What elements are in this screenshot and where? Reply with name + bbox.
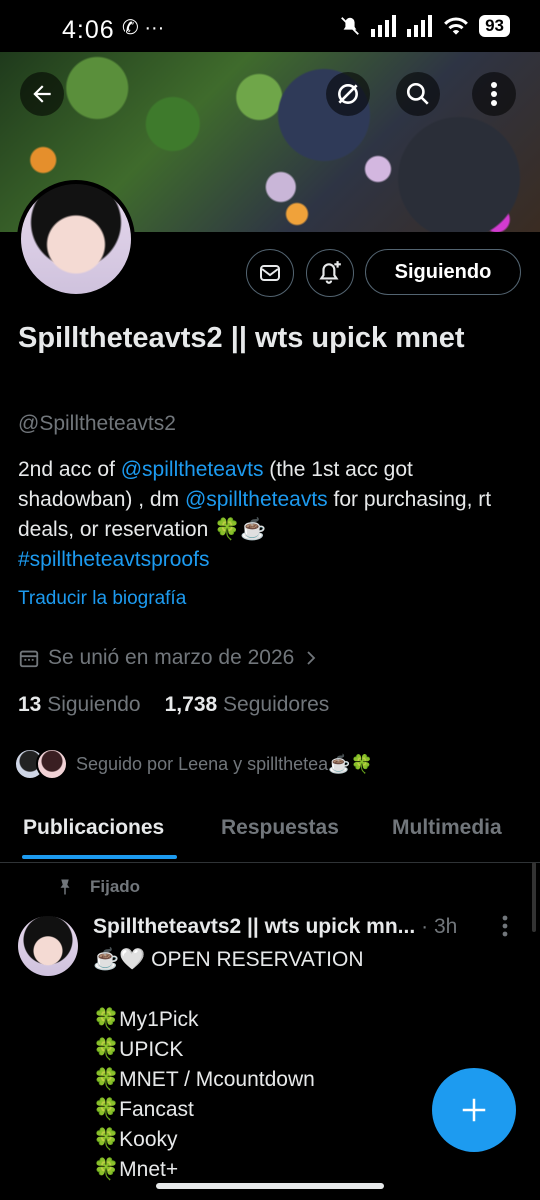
status-right: 93	[339, 15, 510, 37]
bio-mention-link[interactable]: @spilltheteavts	[185, 488, 328, 511]
following-count-link[interactable]: 13 Siguiendo	[18, 693, 141, 717]
envelope-icon	[260, 265, 280, 281]
signal-icon-2	[407, 15, 433, 37]
tab-respuestas[interactable]: Respuestas	[221, 816, 339, 840]
follow-counts: 13 Siguiendo 1,738 Seguidores	[18, 693, 329, 717]
post-author-name[interactable]: Spilltheteavts2 || wts upick mn...	[93, 915, 415, 939]
back-button[interactable]	[20, 72, 64, 116]
wifi-icon	[444, 17, 468, 35]
profile-tabs: Publicaciones Respuestas Multimedia	[0, 800, 540, 863]
profile-handle: @Spilltheteavts2	[18, 412, 176, 435]
active-tab-indicator	[22, 855, 177, 859]
tab-multimedia[interactable]: Multimedia	[392, 816, 502, 840]
grok-button[interactable]	[326, 72, 370, 116]
follower-avatar	[36, 748, 68, 780]
joined-date: Se unió en marzo de 2026	[18, 646, 320, 670]
post-more-icon[interactable]	[501, 915, 509, 937]
mute-icon	[341, 17, 359, 35]
scrollbar[interactable]	[532, 862, 536, 932]
status-bar: 4:06 ✆ ··· 93	[0, 0, 540, 52]
profile-avatar[interactable]	[17, 180, 135, 298]
pinned-text: Fijado	[90, 877, 141, 896]
joined-text: Se unió en marzo de 2026	[48, 646, 295, 669]
chevron-right-icon[interactable]	[302, 649, 320, 667]
followers-count: 1,738	[164, 693, 218, 716]
search-icon	[406, 82, 429, 105]
notify-button[interactable]	[306, 249, 354, 297]
followers-label: Seguidores	[223, 693, 330, 716]
profile-name: Spilltheteavts2 || wts upick mnet	[18, 322, 465, 354]
post-header: Spilltheteavts2 || wts upick mn... · 3h	[93, 915, 513, 939]
following-count: 13	[18, 693, 42, 716]
followed-by-avatars	[14, 748, 68, 780]
post-author-avatar[interactable]	[18, 916, 78, 976]
followers-count-link[interactable]: 1,738 Seguidores	[165, 693, 330, 717]
back-arrow-icon	[33, 85, 51, 103]
tab-publicaciones[interactable]: Publicaciones	[23, 816, 164, 840]
calendar-icon	[19, 650, 39, 668]
bio-text: 2nd acc of	[18, 458, 121, 481]
pin-icon	[60, 879, 70, 895]
vertical-dots-icon	[491, 82, 497, 106]
post-time: · 3h	[421, 915, 458, 938]
translate-bio-link[interactable]: Traducir la biografía	[18, 588, 186, 610]
more-options-button[interactable]	[472, 72, 516, 116]
compose-post-button[interactable]	[432, 1068, 516, 1152]
following-label: Siguiendo	[47, 693, 141, 716]
profile-bio: 2nd acc of @spilltheteavts (the 1st acc …	[18, 455, 523, 575]
followed-by-text: Seguido por Leena y spillthetea☕🍀	[76, 753, 374, 774]
pinned-label: Fijado	[56, 877, 140, 897]
signal-icon-1	[371, 15, 397, 37]
following-button[interactable]: Siguiendo	[365, 249, 521, 295]
bell-plus-icon	[319, 261, 341, 284]
whatsapp-notification-icon: ✆ ···	[122, 17, 165, 39]
battery-indicator: 93	[479, 15, 510, 37]
message-button[interactable]	[246, 249, 294, 297]
gesture-nav-bar[interactable]	[156, 1183, 384, 1189]
post-text: ☕🤍 OPEN RESERVATION 🍀My1Pick 🍀UPICK 🍀MNE…	[93, 948, 364, 1181]
status-time: 4:06	[62, 16, 115, 44]
search-button[interactable]	[396, 72, 440, 116]
grok-icon	[338, 84, 358, 104]
followed-by[interactable]: Seguido por Leena y spillthetea☕🍀	[14, 748, 373, 780]
bio-mention-link[interactable]: @spilltheteavts	[121, 458, 264, 481]
bio-hashtag-link[interactable]: #spilltheteavtsproofs	[18, 548, 209, 571]
plus-icon	[462, 1098, 486, 1122]
